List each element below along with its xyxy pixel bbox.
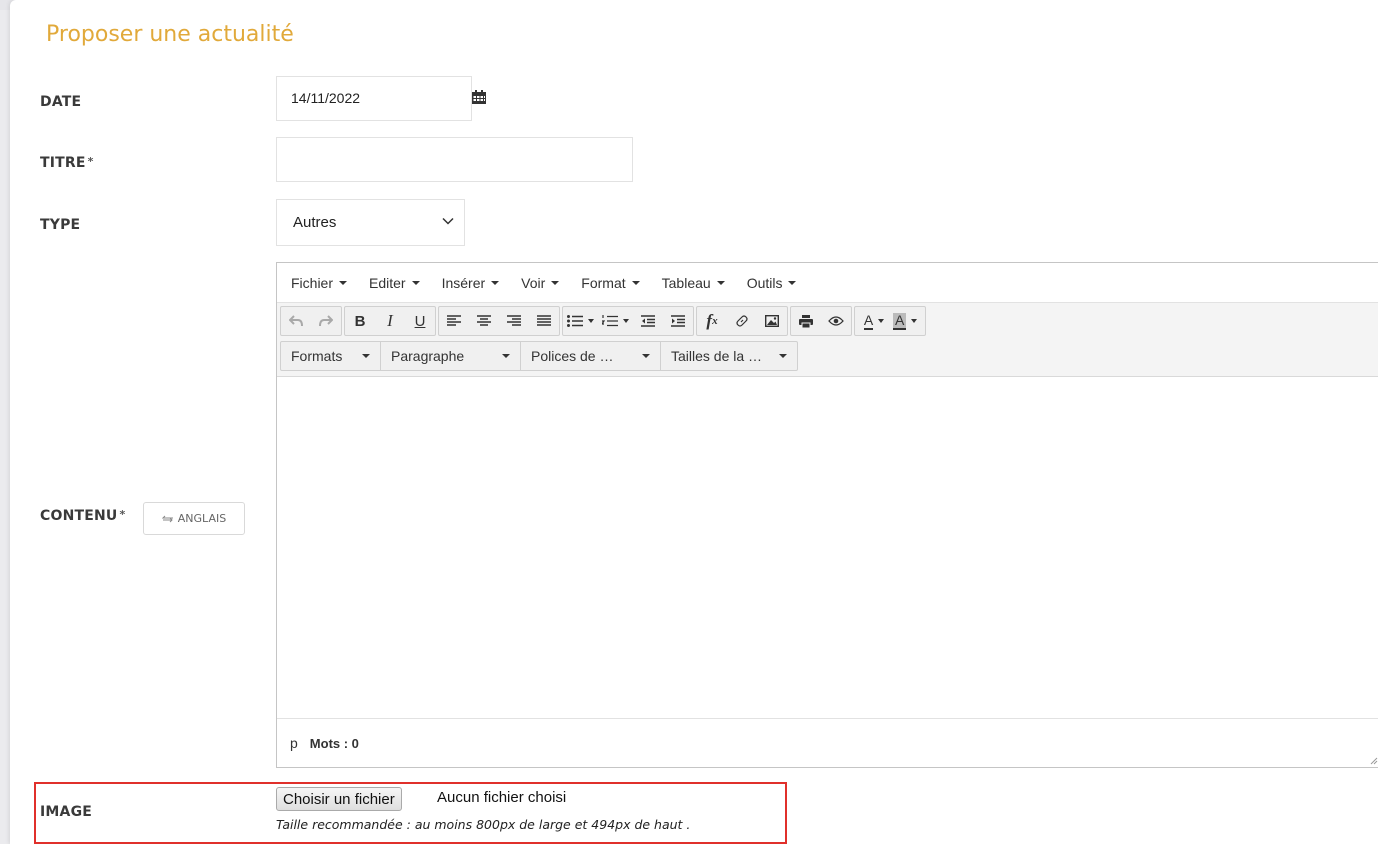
english-toggle-label: ANGLAIS [177,512,227,525]
font-size-dropdown[interactable]: Tailles de la … [661,341,797,371]
image-size-hint: Taille recommandée : au moins 800px de l… [276,817,691,832]
list-group [562,306,694,336]
required-marker: * [119,508,126,521]
bold-icon[interactable]: B [345,307,375,335]
menu-tableau[interactable]: Tableau [662,275,725,291]
title-input[interactable] [276,137,633,182]
format-dropdown-group: Formats Paragraphe Polices de … Tailles … [280,341,798,371]
color-group: A A [854,306,927,336]
formula-icon[interactable]: fx [697,307,727,335]
menu-inserer[interactable]: Insérer [442,275,500,291]
chevron-down-icon [442,217,454,225]
title-label: TITRE * [40,155,94,171]
menu-editer[interactable]: Editer [369,275,420,291]
link-icon[interactable] [727,307,757,335]
required-marker: * [87,155,94,168]
menu-voir[interactable]: Voir [521,275,560,291]
align-left-icon[interactable] [439,307,469,335]
type-select[interactable]: Autres [276,199,465,246]
image-label: IMAGE [40,804,93,820]
menu-outils[interactable]: Outils [747,275,797,291]
type-selected-value: Autres [293,214,337,231]
calendar-icon[interactable] [471,89,487,105]
text-color-icon[interactable]: A [859,307,889,335]
history-group [280,306,342,336]
background-color-icon[interactable]: A [889,307,921,335]
view-group [790,306,852,336]
word-count: Mots : 0 [309,735,359,751]
print-icon[interactable] [791,307,821,335]
image-icon[interactable] [757,307,787,335]
menu-format[interactable]: Format [581,275,640,291]
formats-dropdown[interactable]: Formats [281,341,381,371]
content-label: CONTENU * [40,508,126,524]
type-label: TYPE [40,217,81,233]
page-title: Proposer une actualité [46,22,294,47]
editor-content-area[interactable] [277,377,1378,719]
paragraph-dropdown[interactable]: Paragraphe [381,341,521,371]
redo-icon[interactable] [311,307,341,335]
preview-icon[interactable] [821,307,851,335]
undo-icon[interactable] [281,307,311,335]
date-input[interactable]: 14/11/2022 [276,76,472,121]
file-status: Aucun fichier choisi [437,789,567,806]
italic-icon[interactable]: I [375,307,405,335]
align-right-icon[interactable] [499,307,529,335]
rich-text-editor: Fichier Editer Insérer Voir Format Table… [276,262,1378,768]
resize-handle-icon[interactable] [1368,755,1378,765]
align-justify-icon[interactable] [529,307,559,335]
editor-menubar: Fichier Editer Insérer Voir Format Table… [277,263,1378,303]
editor-statusbar: p Mots : 0 [277,718,1378,767]
outdent-icon[interactable] [633,307,663,335]
text-style-group: B I U [344,306,436,336]
bullet-list-icon[interactable] [563,307,598,335]
menu-fichier[interactable]: Fichier [291,275,348,291]
insert-group: fx [696,306,788,336]
element-path[interactable]: p [290,735,298,751]
align-center-icon[interactable] [469,307,499,335]
editor-toolbar: B I U f x A A Formats Paragraphe Polices… [277,303,1378,377]
swap-icon [161,515,173,522]
image-field-highlight [34,782,787,844]
choose-file-button[interactable]: Choisir un fichier [276,787,402,811]
numbered-list-icon[interactable] [598,307,633,335]
alignment-group [438,306,560,336]
indent-icon[interactable] [663,307,693,335]
date-label: DATE [40,94,82,110]
underline-icon[interactable]: U [405,307,435,335]
english-toggle-button[interactable]: ANGLAIS [143,502,245,535]
font-family-dropdown[interactable]: Polices de … [521,341,661,371]
